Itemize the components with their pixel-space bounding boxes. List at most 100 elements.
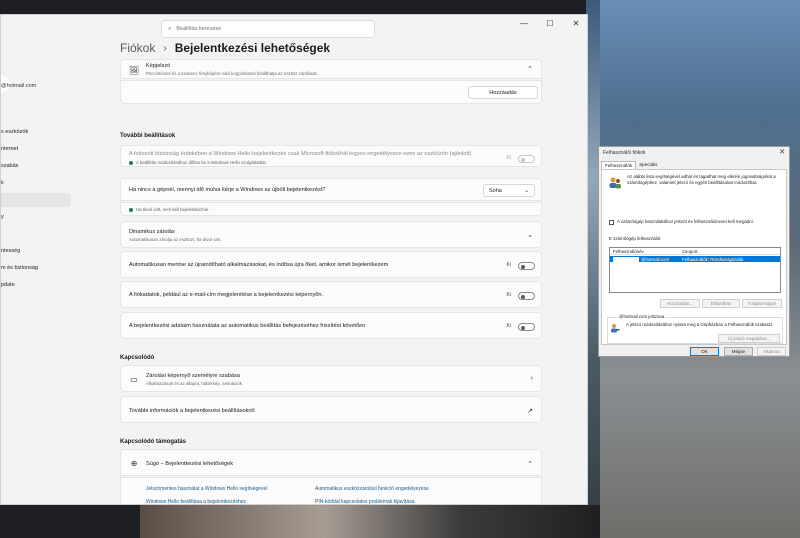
table-row[interactable]: @hotmail.com Felhasználók; Rendszergazdá… (610, 256, 780, 262)
help-card[interactable]: ⊕ Súgó – Bejelentkezési lehetőségek ⌃ (120, 449, 542, 476)
restart-apps-label: Automatikusan mentse az újraindítható al… (129, 262, 389, 268)
show-account-details-card: A fiókadatok, például az e-mail-cím megj… (120, 281, 542, 308)
dialog-tabs: Felhasználók Speciális (601, 161, 660, 169)
account-email: @hotmail.com (1, 83, 37, 89)
help-link[interactable]: Automatikus eszközzárolási funkció enged… (315, 486, 429, 492)
apply-button[interactable]: Alkalmaz (757, 347, 786, 356)
use-signin-info-label: A bejelentkezési adataim használata az a… (129, 323, 366, 329)
away-label: Ha nincs a gépnél, mennyi idő múlva kérj… (129, 187, 326, 193)
more-info-card[interactable]: További információk a bejelentkezési beá… (120, 396, 542, 423)
chevron-right-icon[interactable]: › (531, 375, 533, 382)
remove-user-button[interactable]: Eltávolítás (702, 299, 740, 308)
lock-screen-card[interactable]: ▭ Zárolási képernyő személyre szabása Al… (120, 365, 542, 392)
away-info: Ha távol volt, nem kell bejelentkeznie. (129, 207, 209, 212)
help-link[interactable]: Windows Hello beállítása a bejelentkezés… (146, 499, 246, 504)
hello-only-info-text: A beállítás módosításához állítsa be a W… (136, 160, 267, 165)
users-label: E számítógép felhasználói: (609, 236, 662, 241)
users-list-header: Felhasználónév Csoport (610, 248, 780, 255)
section-heading: Kapcsolódó (120, 355, 155, 361)
hello-only-toggle[interactable] (518, 155, 535, 163)
tab-users[interactable]: Felhasználók (601, 161, 637, 169)
card-desc: Automatikusan zárolja az eszközt, ha táv… (129, 237, 222, 242)
card-desc: Pöccintéssel és a kedvenc fényképére val… (146, 71, 318, 76)
settings-window: ⌕ Beállítás keresése — ☐ ✕ @hotmail.com … (0, 14, 588, 505)
card-title: Dinamikus zárolás (129, 229, 175, 235)
hello-only-label: A fokozott biztonság érdekében a Windows… (129, 151, 472, 157)
chevron-up-icon[interactable]: ⌃ (527, 65, 533, 73)
section-heading: További beállítások (120, 133, 176, 139)
toggle-state: Ki (506, 155, 511, 161)
sidebar-item-accounts[interactable] (1, 193, 71, 207)
search-placeholder: Beállítás keresése (176, 26, 222, 32)
minimize-button[interactable]: — (511, 15, 537, 31)
close-button[interactable]: ✕ (779, 148, 785, 156)
toggle-state: Ki (506, 292, 511, 298)
card-desc: Alkalmazások és az állapot, háttérkép, a… (146, 381, 242, 386)
external-link-icon[interactable]: ↗ (527, 407, 533, 415)
page-title: Bejelentkezési lehetőségek (174, 41, 331, 55)
require-password-checkbox[interactable] (609, 220, 614, 225)
picture-password-card[interactable]: 🖼 Képjelszó Pöccintéssel és a kedvenc fé… (120, 59, 542, 79)
use-signin-info-toggle[interactable] (518, 323, 535, 331)
cancel-button[interactable]: Mégse (724, 347, 753, 356)
lock-screen-icon: ▭ (130, 374, 138, 384)
new-password-button[interactable]: Új jelszó megadása... (718, 334, 780, 343)
add-picture-password-button[interactable]: Hozzáadás (468, 86, 538, 99)
breadcrumb-parent[interactable]: Fiókok (120, 41, 155, 55)
column-header-username[interactable]: Felhasználónév (613, 249, 644, 254)
username-redacted (613, 256, 639, 262)
username-cell: @hotmail.com (641, 256, 670, 262)
picture-icon: 🖼 (128, 65, 140, 75)
info-icon (129, 160, 133, 165)
away-card: Ha nincs a gépnél, mennyi idő múlva kérj… (120, 178, 542, 201)
dialog-intro: Az alábbi lista segítségével adhat és ta… (627, 174, 776, 185)
toggle-state: Ki (506, 262, 511, 268)
properties-button[interactable]: Tulajdonságok (742, 299, 782, 308)
breadcrumb: Fiókok › Bejelentkezési lehetőségek (120, 41, 330, 55)
sidebar-item-devices[interactable]: s eszközök (1, 125, 71, 139)
away-info-text: Ha távol volt, nem kell bejelentkeznie. (136, 207, 210, 212)
add-user-button[interactable]: Hozzáadás... (660, 299, 700, 308)
show-details-toggle[interactable] (518, 292, 535, 300)
hello-only-card: A fokozott biztonság érdekében a Windows… (120, 145, 542, 167)
toggle-state: Ki (506, 323, 511, 329)
ok-button[interactable]: OK (690, 347, 719, 356)
hello-only-info: A beállítás módosításához állítsa be a W… (129, 160, 267, 165)
info-icon (129, 207, 133, 212)
require-password-label: A számítógép használatához jelszót és fe… (617, 219, 754, 224)
sidebar-item-time-language[interactable]: y (1, 210, 71, 224)
settings-search-input[interactable]: ⌕ Beállítás keresése (161, 20, 375, 38)
help-link[interactable]: Jelszómentes használat a Windows Hello s… (146, 486, 267, 492)
restart-apps-toggle[interactable] (518, 262, 535, 270)
window-controls: — ☐ ✕ (511, 15, 587, 31)
dialog-body: Az alábbi lista segítségével adhat és ta… (601, 169, 787, 345)
sidebar-item-accessibility[interactable]: ntesség (1, 244, 71, 258)
card-title: Zárolási képernyő személyre szabása (146, 373, 240, 379)
user-accounts-dialog: Felhasználói fiókok ✕ Felhasználók Speci… (598, 146, 790, 357)
help-link[interactable]: PIN-kóddal kapcsolatos problémák kijavít… (315, 499, 415, 504)
password-text: A jelszó módosításához nyissa meg a Géph… (626, 322, 774, 327)
column-header-group[interactable]: Csoport (682, 249, 697, 254)
close-button[interactable]: ✕ (563, 15, 587, 31)
password-group-label: @hotmail.com jelszava (618, 314, 666, 319)
dynamic-lock-card[interactable]: Dinamikus zárolás Automatikusan zárolja … (120, 221, 542, 248)
away-dropdown[interactable]: Soha ⌄ (483, 184, 535, 197)
away-dropdown-value: Soha (489, 187, 502, 194)
sidebar-item-windows-update[interactable]: pdate (1, 278, 71, 292)
sidebar-item-privacy-security[interactable]: m és biztonság (1, 261, 71, 275)
users-list[interactable]: Felhasználónév Csoport @hotmail.com Felh… (609, 247, 781, 293)
picture-password-actions: Hozzáadás (120, 80, 542, 104)
card-title: Súgó – Bejelentkezési lehetőségek (146, 461, 234, 467)
chevron-down-icon: ⌄ (524, 187, 529, 194)
tab-advanced[interactable]: Speciális (636, 161, 660, 169)
sidebar-item-apps[interactable]: k (1, 176, 71, 190)
sidebar: @hotmail.com s eszközök nternet szabás k… (1, 43, 73, 504)
chevron-up-icon[interactable]: ⌃ (527, 460, 533, 468)
sidebar-item-network[interactable]: nternet (1, 142, 71, 156)
section-heading: Kapcsolódó támogatás (120, 439, 187, 445)
maximize-button[interactable]: ☐ (537, 15, 563, 31)
chevron-down-icon[interactable]: ⌄ (527, 231, 533, 239)
sidebar-item-personalization[interactable]: szabás (1, 159, 71, 173)
show-details-label: A fiókadatok, például az e-mail-cím megj… (129, 292, 324, 298)
use-signin-info-card: A bejelentkezési adataim használata az a… (120, 312, 542, 339)
